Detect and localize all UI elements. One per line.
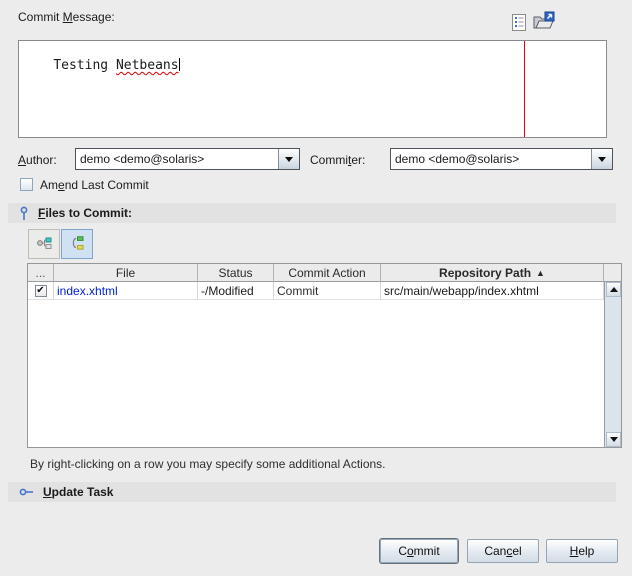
label-text: essage:: [72, 10, 115, 24]
right-margin-line: [524, 41, 525, 137]
tree-view-icon: [69, 235, 85, 254]
load-template-button[interactable]: [531, 11, 555, 33]
commit-button[interactable]: Commit: [380, 539, 458, 563]
cancel-button[interactable]: Cancel: [467, 539, 539, 563]
sort-ascending-icon: ▲: [536, 267, 545, 278]
flat-view-icon: [36, 235, 52, 254]
author-combobox[interactable]: demo <demo@solaris>: [75, 148, 300, 170]
author-value[interactable]: demo <demo@solaris>: [76, 149, 278, 169]
row-file-cell: index.xhtml: [54, 282, 198, 300]
git-commit-dialog: Commit Message: Testing Netbeans Author:…: [0, 0, 632, 576]
update-task-title: Update Task: [43, 485, 114, 499]
committer-combobox[interactable]: demo <demo@solaris>: [390, 148, 613, 170]
commit-message-text: Testing Netbeans: [53, 58, 179, 73]
row-repository-path-cell: src/main/webapp/index.xhtml: [381, 282, 604, 300]
chevron-down-icon: [598, 156, 606, 162]
column-header-commit-action[interactable]: Commit Action: [274, 264, 381, 282]
committer-label: Commiter:: [310, 153, 366, 167]
triangle-up-icon: [609, 287, 618, 292]
label-mnemonic: M: [62, 10, 73, 24]
section-expanded-icon[interactable]: [19, 206, 29, 221]
table-header-corner: [604, 264, 621, 282]
scroll-up-button[interactable]: [606, 282, 621, 297]
flat-view-toggle-button[interactable]: [28, 229, 60, 259]
misspelled-word: Netbeans: [115, 58, 179, 73]
right-click-hint-text: By right-clicking on a row you may speci…: [30, 457, 386, 471]
row-checkbox-checked[interactable]: ✔: [34, 284, 47, 297]
files-to-commit-title: Files to Commit:: [38, 206, 133, 220]
column-header-repository-path[interactable]: Repository Path ▲: [381, 264, 604, 282]
commit-message-textarea[interactable]: Testing Netbeans: [18, 40, 607, 138]
label-text: Commit: [18, 10, 63, 24]
committer-dropdown-button[interactable]: [591, 149, 612, 169]
committer-value[interactable]: demo <demo@solaris>: [391, 149, 591, 169]
files-to-commit-section-header[interactable]: Files to Commit:: [8, 203, 616, 223]
message-template-icon: [510, 14, 528, 35]
author-label: Author:: [18, 153, 57, 167]
column-header-status[interactable]: Status: [198, 264, 274, 282]
tree-view-toggle-button[interactable]: [61, 229, 93, 259]
column-header-file[interactable]: File: [54, 264, 198, 282]
scroll-down-button[interactable]: [606, 432, 621, 447]
files-table-header: ... File Status Commit Action Repository…: [28, 264, 621, 282]
column-header-select[interactable]: ...: [28, 264, 54, 282]
section-collapsed-icon[interactable]: [19, 487, 34, 497]
row-select-cell: ✔: [28, 282, 54, 300]
amend-last-commit-checkbox[interactable]: [20, 178, 33, 191]
files-table: ... File Status Commit Action Repository…: [27, 263, 622, 448]
row-commit-action-cell: Commit: [274, 282, 381, 300]
author-dropdown-button[interactable]: [278, 149, 299, 169]
row-status-cell: -/Modified: [198, 282, 274, 300]
text-caret: [178, 58, 180, 71]
chevron-down-icon: [285, 156, 293, 162]
amend-last-commit-label: Amend Last Commit: [40, 178, 149, 192]
commit-message-label: Commit Message:: [18, 10, 115, 24]
update-task-section-header[interactable]: Update Task: [8, 482, 616, 502]
recent-messages-button[interactable]: [509, 13, 529, 33]
help-button[interactable]: Help: [546, 539, 618, 563]
open-folder-icon: [532, 11, 555, 35]
vertical-scrollbar[interactable]: [604, 282, 621, 447]
triangle-down-icon: [609, 437, 618, 442]
table-row[interactable]: ✔ index.xhtml -/Modified Commit src/main…: [28, 282, 621, 300]
